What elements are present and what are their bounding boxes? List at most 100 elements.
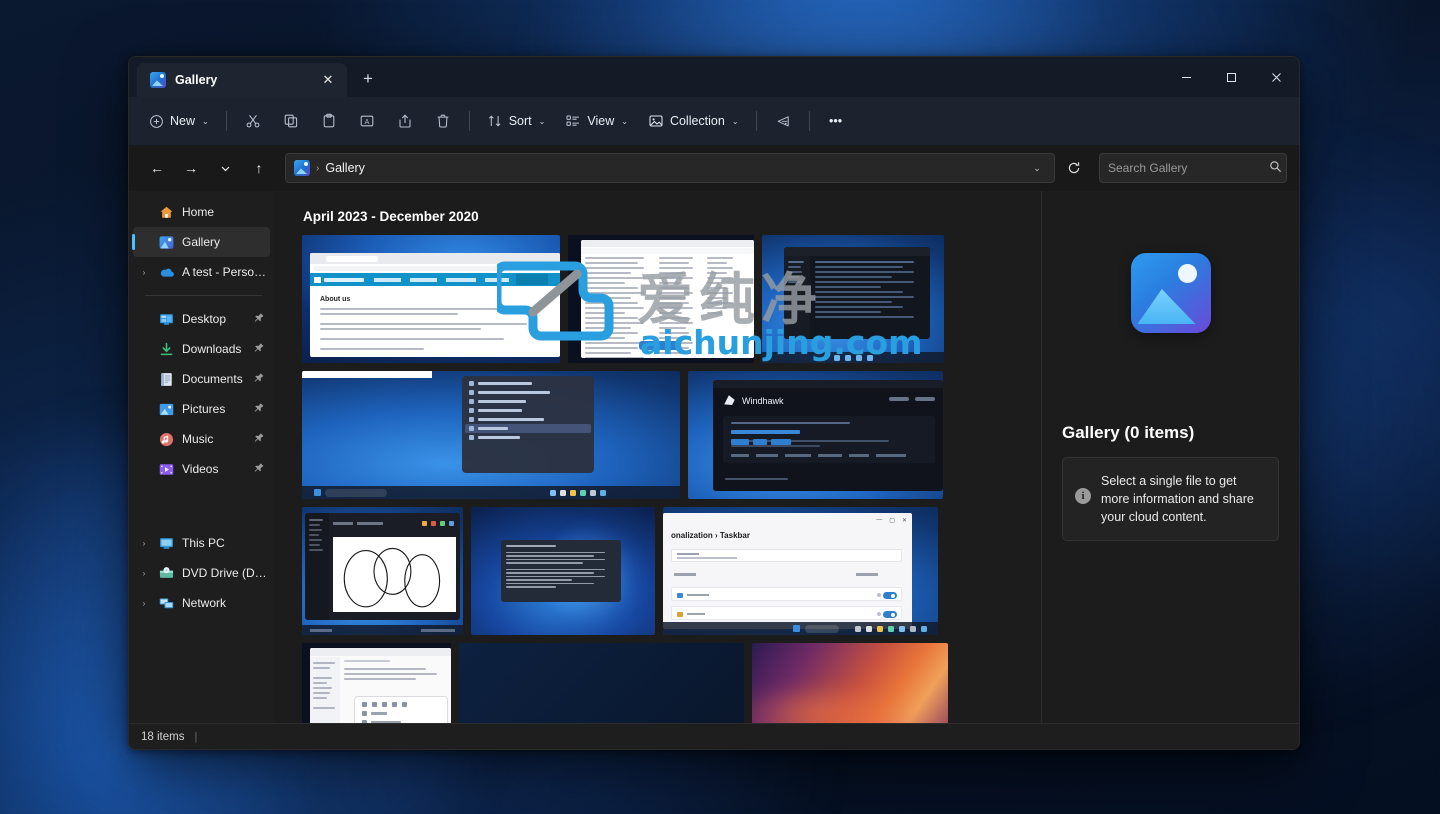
cut-button[interactable] bbox=[235, 105, 271, 137]
thumbnail-row: Windhawk bbox=[302, 371, 1041, 499]
more-button[interactable]: ••• bbox=[818, 105, 854, 137]
documents-icon bbox=[158, 371, 175, 388]
sidebar-item-label: Pictures bbox=[182, 402, 244, 416]
close-icon[interactable]: ✕ bbox=[317, 69, 339, 91]
tab-gallery[interactable]: Gallery ✕ bbox=[137, 63, 347, 97]
thumbnail-whiteboard-circles[interactable] bbox=[302, 507, 463, 635]
date-group-heading: April 2023 - December 2020 bbox=[274, 191, 1041, 235]
collection-button[interactable]: Collection ⌄ bbox=[639, 105, 748, 137]
pin-icon[interactable] bbox=[248, 399, 269, 420]
thumbnail-edge-taskbar-menu[interactable] bbox=[302, 371, 680, 499]
copy-button[interactable] bbox=[273, 105, 309, 137]
thumbnail-about-us-webpage[interactable]: About us bbox=[302, 235, 560, 363]
sidebar-item-music[interactable]: Music bbox=[133, 424, 270, 454]
delete-button[interactable] bbox=[425, 105, 461, 137]
paste-icon bbox=[321, 113, 337, 129]
pin-icon[interactable] bbox=[248, 339, 269, 360]
thumbnail-taskbar-settings[interactable]: —▢✕ onalization › Taskbar bbox=[663, 507, 938, 635]
toolbar-divider bbox=[226, 111, 227, 131]
pin-icon[interactable] bbox=[248, 429, 269, 450]
thumbnail-row: Windows 11 Pro Insider Previe Evaluation… bbox=[302, 643, 1041, 723]
svg-text:A: A bbox=[364, 119, 369, 126]
search-icon[interactable] bbox=[1269, 160, 1282, 176]
close-icon[interactable] bbox=[1254, 57, 1299, 97]
thumbnail-file-list-window[interactable] bbox=[568, 235, 754, 363]
thumbnail-grid[interactable]: About us bbox=[274, 235, 1041, 723]
dvd-drive-icon bbox=[158, 565, 175, 582]
thumbnail-task-manager-desktop[interactable] bbox=[762, 235, 944, 363]
view-icon bbox=[565, 113, 581, 129]
sidebar-item-downloads[interactable]: Downloads bbox=[133, 334, 270, 364]
chevron-right-icon[interactable]: › bbox=[137, 268, 151, 277]
maximize-icon[interactable] bbox=[1209, 57, 1254, 97]
up-button[interactable]: ↑ bbox=[243, 152, 275, 184]
search-box[interactable] bbox=[1099, 153, 1287, 183]
task-manager-window bbox=[784, 247, 930, 339]
search-input[interactable] bbox=[1108, 161, 1263, 175]
view-label: View bbox=[587, 114, 614, 128]
navigation-pane[interactable]: Home Gallery › A test - Personal bbox=[129, 191, 274, 723]
view-button[interactable]: View ⌄ bbox=[556, 105, 637, 137]
desktop-icon bbox=[158, 311, 175, 328]
toolbar-divider bbox=[469, 111, 470, 131]
about-heading: About us bbox=[320, 296, 350, 303]
pin-icon[interactable] bbox=[248, 309, 269, 330]
pin-icon[interactable] bbox=[248, 459, 269, 480]
sidebar-item-home[interactable]: Home bbox=[133, 197, 270, 227]
sidebar-item-network[interactable]: › Network bbox=[133, 588, 270, 618]
chevron-right-icon[interactable]: › bbox=[137, 569, 151, 578]
chevron-down-icon[interactable]: ⌄ bbox=[1024, 155, 1050, 181]
refresh-button[interactable] bbox=[1059, 153, 1089, 183]
thumbnail-sunset-wallpaper[interactable] bbox=[752, 643, 948, 723]
rename-button[interactable]: A bbox=[349, 105, 385, 137]
scissors-icon bbox=[245, 113, 261, 129]
filter-button[interactable] bbox=[765, 105, 801, 137]
terminal-window bbox=[501, 540, 621, 602]
share-icon bbox=[397, 113, 413, 129]
sidebar-item-documents[interactable]: Documents bbox=[133, 364, 270, 394]
toolbar-divider bbox=[756, 111, 757, 131]
network-icon bbox=[158, 595, 175, 612]
sidebar-item-label: Gallery bbox=[182, 235, 270, 249]
home-icon bbox=[158, 204, 175, 221]
share-button[interactable] bbox=[387, 105, 423, 137]
chevron-right-icon[interactable]: › bbox=[137, 599, 151, 608]
paste-button[interactable] bbox=[311, 105, 347, 137]
status-separator: | bbox=[194, 731, 197, 743]
new-tab-button[interactable]: + bbox=[353, 64, 383, 94]
sidebar-item-videos[interactable]: Videos bbox=[133, 454, 270, 484]
windhawk-label: Windhawk bbox=[742, 396, 784, 406]
thumbnail-explorer-context[interactable] bbox=[302, 643, 451, 723]
sidebar-item-label: Videos bbox=[182, 462, 244, 476]
trash-icon bbox=[435, 113, 451, 129]
gallery-content[interactable]: April 2023 - December 2020 bbox=[274, 191, 1041, 723]
sidebar-item-label: A test - Personal bbox=[182, 265, 270, 279]
item-count: 18 items bbox=[141, 731, 184, 743]
thumbnail-row: —▢✕ onalization › Taskbar bbox=[302, 507, 1041, 635]
sidebar-item-desktop[interactable]: Desktop bbox=[133, 304, 270, 334]
sidebar-item-a-test-personal[interactable]: › A test - Personal bbox=[133, 257, 270, 287]
sidebar-item-gallery[interactable]: Gallery bbox=[133, 227, 270, 257]
forward-button[interactable]: → bbox=[175, 152, 207, 184]
sidebar-item-label: Downloads bbox=[182, 342, 244, 356]
settings-breadcrumb: onalization › Taskbar bbox=[671, 531, 750, 540]
sidebar-item-this-pc[interactable]: › This PC bbox=[133, 528, 270, 558]
sidebar-item-dvd-drive[interactable]: › DVD Drive (D:) CCC bbox=[133, 558, 270, 588]
sidebar-item-label: Home bbox=[182, 205, 270, 219]
back-button[interactable]: ← bbox=[141, 152, 173, 184]
sort-button[interactable]: Sort ⌄ bbox=[478, 105, 555, 137]
breadcrumb[interactable]: › Gallery ⌄ bbox=[285, 153, 1055, 183]
thumbnail-terminal-on-bloom[interactable] bbox=[471, 507, 655, 635]
sidebar-item-pictures[interactable]: Pictures bbox=[133, 394, 270, 424]
thumbnail-windhawk-app[interactable]: Windhawk bbox=[688, 371, 943, 499]
new-button[interactable]: New ⌄ bbox=[139, 105, 218, 137]
pin-icon[interactable] bbox=[248, 369, 269, 390]
minimize-icon[interactable] bbox=[1164, 57, 1209, 97]
chevron-right-icon[interactable]: › bbox=[137, 539, 151, 548]
status-bar: 18 items | bbox=[129, 723, 1299, 749]
thumbnail-insider-preview-desktop[interactable]: Windows 11 Pro Insider Previe Evaluation… bbox=[459, 643, 744, 723]
sidebar-item-label: Music bbox=[182, 432, 244, 446]
recent-locations-button[interactable] bbox=[209, 152, 241, 184]
chevron-down-icon: ⌄ bbox=[732, 117, 739, 126]
chevron-down-icon: ⌄ bbox=[539, 117, 546, 126]
